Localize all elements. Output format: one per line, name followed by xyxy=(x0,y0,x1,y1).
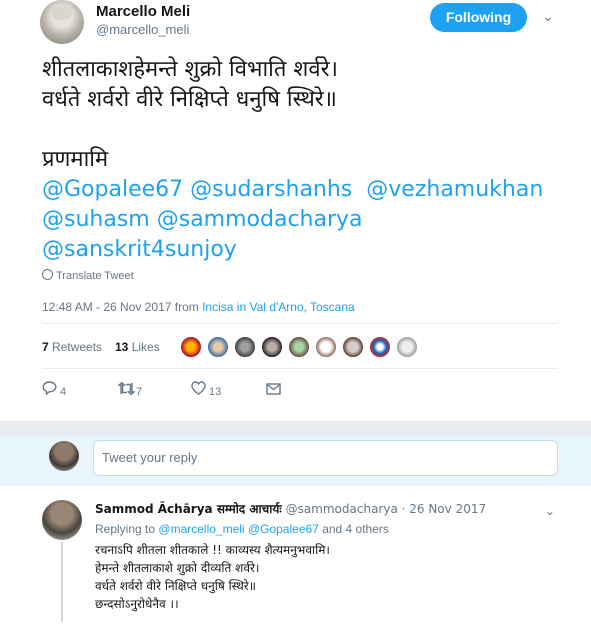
retweets-label: Retweets xyxy=(52,340,103,354)
thread-line xyxy=(61,542,63,622)
timestamp-text[interactable]: 12:48 AM - 26 Nov 2017 from xyxy=(42,300,202,314)
reply-line: हेमन्ते शीतलाकाशे शुक्रो दीव्यति शर्वरे। xyxy=(95,561,260,575)
liker-avatar[interactable] xyxy=(342,336,364,358)
reply-icon xyxy=(42,381,60,401)
retweet-count: 7 xyxy=(136,386,143,398)
mention-link[interactable]: @suhasm xyxy=(42,207,150,232)
chevron-down-icon[interactable]: ⌄ xyxy=(545,504,555,518)
chevron-down-icon[interactable]: ⌄ xyxy=(542,10,556,24)
author-username[interactable]: @marcello_meli xyxy=(96,22,189,37)
mention-link[interactable]: @sudarshanhs xyxy=(190,177,352,202)
envelope-icon xyxy=(266,381,284,401)
reply-author-username-date[interactable]: @sammodacharya · 26 Nov 2017 xyxy=(286,502,487,516)
reply-line: रचनाऽपि शीतला शीतकाले !! काव्यस्य शैत्यम… xyxy=(95,543,330,557)
reply-text: रचनाऽपि शीतला शीतकाले !! काव्यस्य शैत्यम… xyxy=(95,541,330,613)
mention-link[interactable]: @marcello_meli xyxy=(158,522,244,536)
following-button[interactable]: Following xyxy=(430,3,527,32)
reply-author-avatar[interactable] xyxy=(42,500,82,540)
mention-link[interactable]: @vezhamukhan xyxy=(366,177,543,202)
liker-avatar[interactable] xyxy=(207,336,229,358)
like-button[interactable]: 13 xyxy=(191,381,221,401)
reply-button[interactable]: 4 xyxy=(42,381,66,401)
reply-line: छन्दसोऽनुरोधेनैव ।। xyxy=(95,597,179,611)
reply-count: 4 xyxy=(60,386,67,398)
section-gap xyxy=(0,421,591,436)
tweet-line: प्रणमामि xyxy=(42,147,109,172)
location-link[interactable]: Incisa in Val d'Arno, Toscana xyxy=(202,300,355,314)
replying-to: Replying to @marcello_meli @Gopalee67 an… xyxy=(95,522,389,536)
tweet-header: Marcello Meli @marcello_meli Following ⌄ xyxy=(40,0,580,44)
tweet-line: वर्धते शर्वरो वीरे निक्षिप्ते धनुषि स्थि… xyxy=(42,87,337,112)
liker-avatar[interactable] xyxy=(315,336,337,358)
translate-tweet-link[interactable]: Translate Tweet xyxy=(42,269,134,282)
direct-message-button[interactable] xyxy=(266,381,284,401)
tweet-text: शीतलाकाशहेमन्ते शुक्रो विभाति शर्वरे। वर… xyxy=(42,55,582,265)
replying-to-others[interactable]: and 4 others xyxy=(322,522,389,536)
likes-count: 13 xyxy=(115,340,129,354)
translate-label: Translate Tweet xyxy=(56,270,134,282)
current-user-avatar[interactable] xyxy=(49,441,79,471)
likes-label: Likes xyxy=(131,340,160,354)
mention-link[interactable]: @Gopalee67 xyxy=(248,522,319,536)
reply-author-name[interactable]: Sammod Āchārya सम्मोद आचार्यः xyxy=(95,502,282,516)
heart-icon xyxy=(191,381,209,401)
liker-avatar[interactable] xyxy=(369,336,391,358)
tweet-line: शीतलाकाशहेमन्ते शुक्रो विभाति शर्वरे। xyxy=(42,57,338,82)
retweet-button[interactable]: 7 xyxy=(117,381,143,401)
replying-to-label: Replying to xyxy=(95,522,156,536)
liker-avatar[interactable] xyxy=(288,336,310,358)
likes-stat[interactable]: 13 Likes xyxy=(115,340,160,354)
author-avatar[interactable] xyxy=(40,0,84,44)
liker-avatar[interactable] xyxy=(396,336,418,358)
retweets-count: 7 xyxy=(42,340,49,354)
author-display-name[interactable]: Marcello Meli xyxy=(96,3,190,20)
globe-icon xyxy=(42,269,53,280)
liker-avatar[interactable] xyxy=(180,336,202,358)
liker-avatar[interactable] xyxy=(234,336,256,358)
mention-link[interactable]: @Gopalee67 xyxy=(42,177,183,202)
reply-line: वर्धते शर्वरो वीरे निक्षिप्ते धनुषि स्थि… xyxy=(95,579,256,593)
tweet-timestamp: 12:48 AM - 26 Nov 2017 from Incisa in Va… xyxy=(42,300,355,314)
liker-avatar[interactable] xyxy=(261,336,283,358)
like-count: 13 xyxy=(209,386,222,398)
retweets-stat[interactable]: 7 Retweets xyxy=(42,340,102,354)
divider xyxy=(42,323,558,324)
mention-link[interactable]: @sammodacharya xyxy=(157,207,363,232)
divider xyxy=(42,368,558,369)
tweet-reply-input[interactable]: Tweet your reply xyxy=(93,440,558,476)
retweet-icon xyxy=(117,381,136,401)
reply-header: Sammod Āchārya सम्मोद आचार्यः @sammodach… xyxy=(95,500,486,517)
mention-link[interactable]: @sanskrit4sunjoy xyxy=(42,237,237,262)
